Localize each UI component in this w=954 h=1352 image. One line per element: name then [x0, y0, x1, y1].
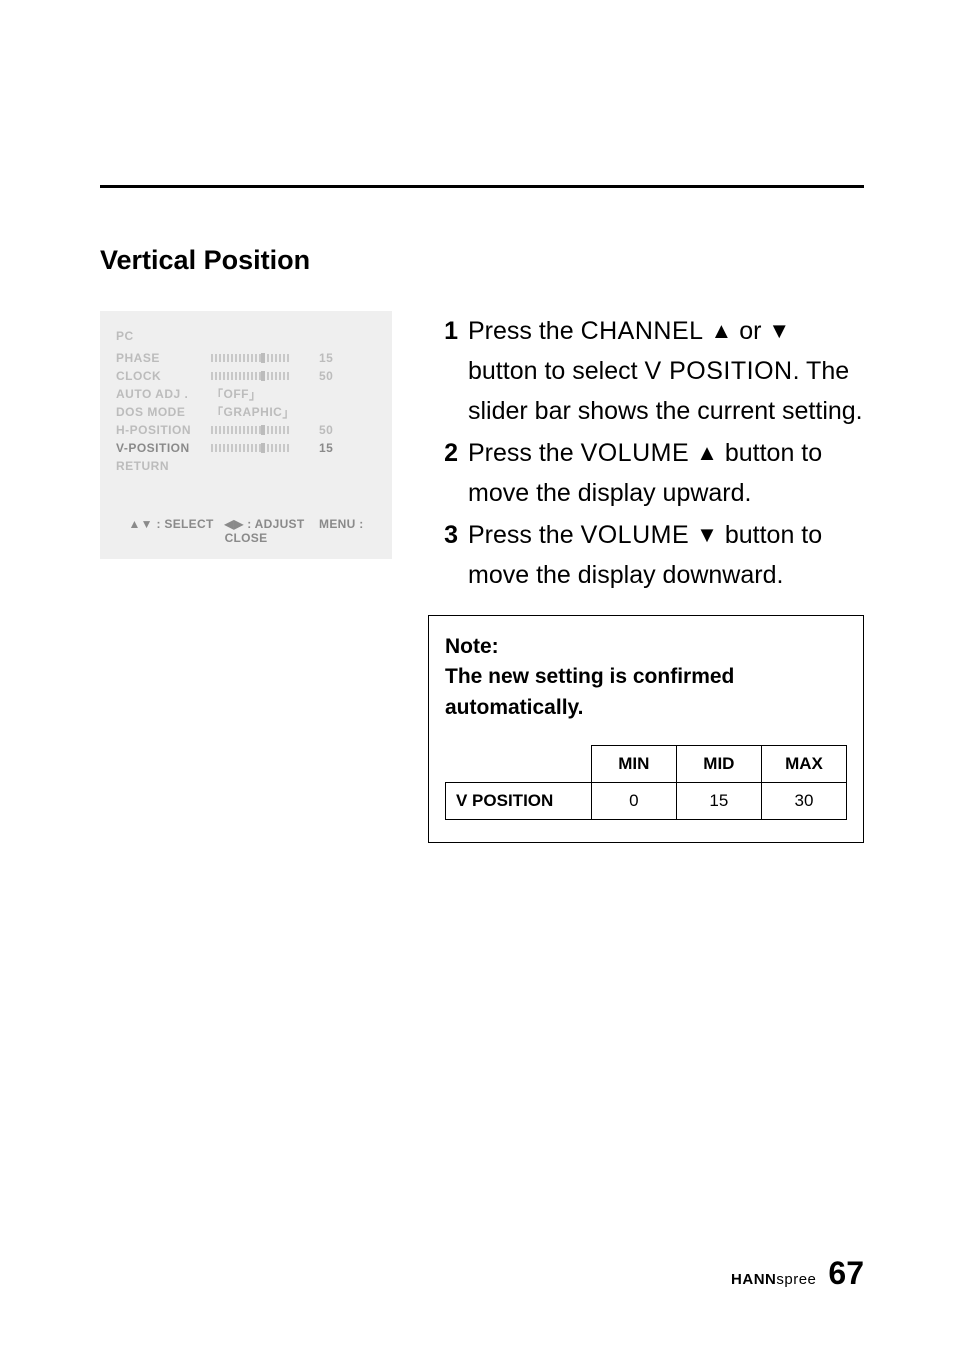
osd-row-hposition: H-POSITION 50	[116, 421, 376, 439]
table-row: V POSITION 0 15 30	[446, 783, 847, 820]
osd-label: AUTO ADJ .	[116, 387, 211, 401]
step-number: 1	[428, 311, 458, 431]
osd-footer: ▲▼ : SELECT ◀▶ : ADJUST MENU : CLOSE	[116, 517, 376, 545]
step-text: Press the	[468, 521, 581, 549]
step-text: or	[732, 317, 768, 345]
osd-row-return: RETURN	[116, 457, 376, 475]
step-1: 1 Press the CHANNEL ▲ or ▼ button to sel…	[428, 311, 864, 431]
osd-number: 50	[319, 369, 333, 383]
osd-number: 50	[319, 423, 333, 437]
table-cell-mid: 15	[676, 783, 761, 820]
table-corner	[446, 746, 592, 783]
osd-row-phase: PHASE 15	[116, 349, 376, 367]
table-row-label: V POSITION	[446, 783, 592, 820]
table-header-max: MAX	[761, 746, 846, 783]
step-body: Press the CHANNEL ▲ or ▼ button to selec…	[468, 311, 864, 431]
step-3: 3 Press the VOLUME ▼ button to move the …	[428, 515, 864, 595]
osd-footer-adjust: : ADJUST	[247, 517, 304, 531]
brand-logo: HANNspree	[731, 1271, 816, 1288]
osd-value: 15	[211, 351, 376, 365]
steps-column: 1 Press the CHANNEL ▲ or ▼ button to sel…	[428, 311, 864, 843]
osd-row-vposition: V-POSITION 15	[116, 439, 376, 457]
leftright-icon: ◀▶	[224, 517, 243, 531]
brand-bold: HANN	[731, 1271, 776, 1288]
osd-row-clock: CLOCK 50	[116, 367, 376, 385]
osd-value: 50	[211, 369, 376, 383]
step-number: 3	[428, 515, 458, 595]
note-label: Note:	[445, 635, 499, 658]
step-body: Press the VOLUME ▼ button to move the di…	[468, 515, 864, 595]
step-number: 2	[428, 433, 458, 513]
section-title: Vertical Position	[100, 245, 864, 276]
osd-label: V-POSITION	[116, 441, 211, 455]
step-text: Press the	[468, 317, 581, 345]
step-body: Press the VOLUME ▲ button to move the di…	[468, 433, 864, 513]
osd-number: 15	[319, 441, 333, 455]
table-header-mid: MID	[676, 746, 761, 783]
osd-footer-select: : SELECT	[157, 517, 214, 531]
updown-icon: ▲▼	[129, 517, 153, 531]
osd-value: GRAPHIC	[211, 404, 376, 421]
slider-icon	[211, 354, 311, 362]
osd-label: PHASE	[116, 351, 211, 365]
note-text: Note: The new setting is confirmed autom…	[445, 632, 847, 723]
table-header-min: MIN	[591, 746, 676, 783]
minmax-table: MIN MID MAX V POSITION 0 15 30	[445, 745, 847, 820]
slider-icon	[211, 426, 311, 434]
triangle-down-icon: ▼	[768, 318, 790, 343]
osd-label: H-POSITION	[116, 423, 211, 437]
step-text: Press the	[468, 439, 581, 467]
brand-light: spree	[776, 1271, 816, 1288]
triangle-up-icon: ▲	[696, 440, 718, 465]
osd-row-dosmode: DOS MODE GRAPHIC	[116, 403, 376, 421]
page-number: 67	[828, 1255, 864, 1292]
table-cell-max: 30	[761, 783, 846, 820]
triangle-down-icon: ▼	[696, 522, 718, 547]
osd-row-autoadj: AUTO ADJ . OFF	[116, 385, 376, 403]
osd-value: OFF	[211, 386, 376, 403]
step-smallcaps: V POSITION	[645, 357, 793, 385]
osd-value: 50	[211, 423, 376, 437]
osd-header: PC	[116, 329, 376, 343]
step-smallcaps: CHANNEL	[581, 317, 704, 345]
osd-value: 15	[211, 441, 376, 455]
note-box: Note: The new setting is confirmed autom…	[428, 615, 864, 843]
step-text	[704, 317, 711, 345]
osd-label: CLOCK	[116, 369, 211, 383]
page-footer: HANNspree 67	[731, 1255, 864, 1292]
step-smallcaps: VOLUME	[581, 521, 690, 549]
top-rule	[100, 185, 864, 188]
note-body: The new setting is confirmed automatical…	[445, 665, 734, 718]
osd-panel: PC PHASE 15 CLOCK	[100, 311, 392, 559]
step-text: button to select	[468, 357, 645, 385]
osd-label: DOS MODE	[116, 405, 211, 419]
step-smallcaps: VOLUME	[581, 439, 690, 467]
table-cell-min: 0	[591, 783, 676, 820]
step-2: 2 Press the VOLUME ▲ button to move the …	[428, 433, 864, 513]
slider-icon	[211, 444, 311, 452]
slider-icon	[211, 372, 311, 380]
osd-label: RETURN	[116, 459, 211, 473]
triangle-up-icon: ▲	[711, 318, 733, 343]
osd-number: 15	[319, 351, 333, 365]
